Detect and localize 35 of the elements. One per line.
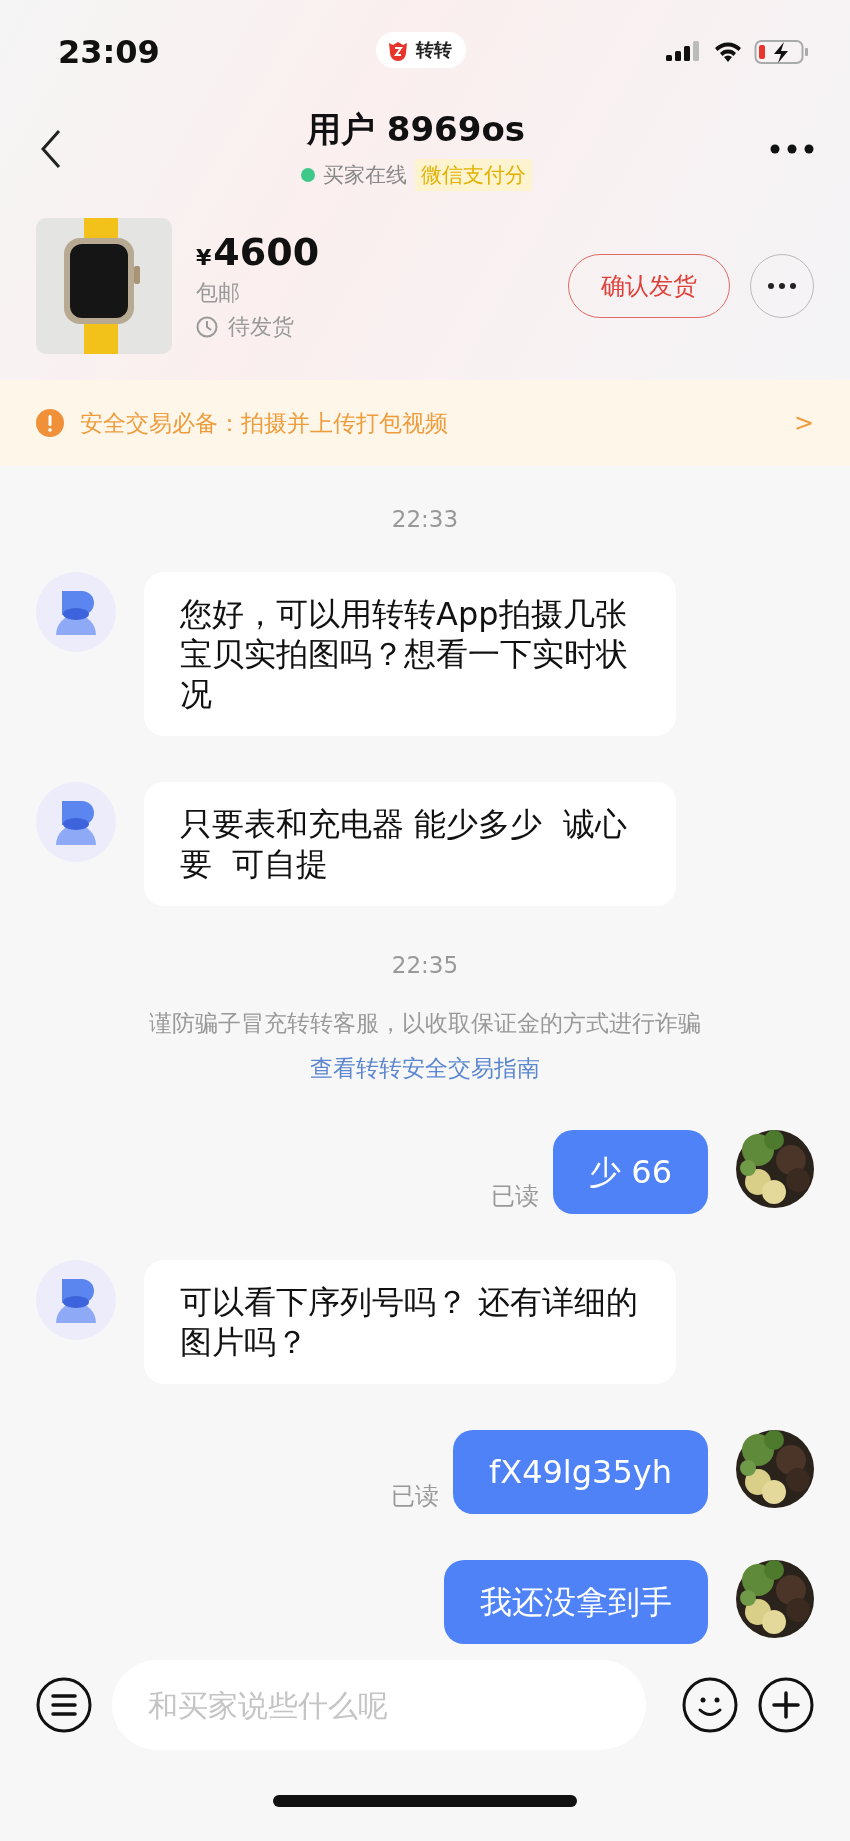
signal-icon — [666, 40, 702, 64]
message-bubble: 您好，可以用转转App拍摄几张宝贝实拍图吗？想看一下实时状况 — [144, 572, 676, 736]
message-bubble: 只要表和充电器 能少多少 诚心要 可自提 — [144, 782, 676, 906]
message-bubble: 我还没拿到手 — [444, 1560, 708, 1644]
message-bubble: 少 66 — [553, 1130, 708, 1214]
online-status: 买家在线 — [322, 162, 407, 189]
message-input[interactable]: 和买家说些什么呢 — [112, 1660, 646, 1750]
back-icon[interactable] — [40, 129, 62, 169]
warning-icon — [36, 409, 64, 437]
fraud-notice: 谨防骗子冒充转转客服，以收取保证金的方式进行诈骗 — [149, 1009, 701, 1038]
more-icon[interactable] — [770, 144, 814, 154]
clock-icon — [196, 316, 218, 338]
wifi-icon — [712, 40, 744, 64]
banner-arrow: > — [793, 409, 814, 437]
app-badge[interactable]: 转转 — [376, 32, 466, 68]
battery-icon — [754, 39, 810, 65]
status-time: 23:09 — [58, 33, 160, 71]
safety-guide-link[interactable]: 查看转转安全交易指南 — [310, 1053, 540, 1084]
emoji-icon[interactable] — [682, 1677, 738, 1733]
credit-tag: 微信支付分 — [414, 159, 532, 191]
menu-icon[interactable] — [36, 1677, 92, 1733]
order-state: 待发货 — [228, 313, 294, 341]
read-receipt: 已读 — [390, 1481, 439, 1512]
price: ¥4600 — [196, 230, 321, 274]
message-bubble: fX49lg35yh — [452, 1430, 708, 1514]
more-icon — [768, 283, 796, 289]
message-bubble: 可以看下序列号吗？ 还有详细的图片吗？ — [144, 1260, 676, 1384]
banner-text: 安全交易必备：拍摄并上传打包视频 — [80, 408, 449, 438]
message-time: 22:35 — [390, 952, 460, 978]
message-time: 22:33 — [390, 506, 460, 532]
chat-title: 用户 8969os — [306, 108, 526, 151]
read-receipt: 已读 — [491, 1181, 540, 1212]
safety-banner[interactable]: 安全交易必备：拍摄并上传打包视频 > — [0, 380, 850, 466]
shipping-label: 包邮 — [196, 279, 241, 307]
add-icon[interactable] — [758, 1677, 814, 1733]
